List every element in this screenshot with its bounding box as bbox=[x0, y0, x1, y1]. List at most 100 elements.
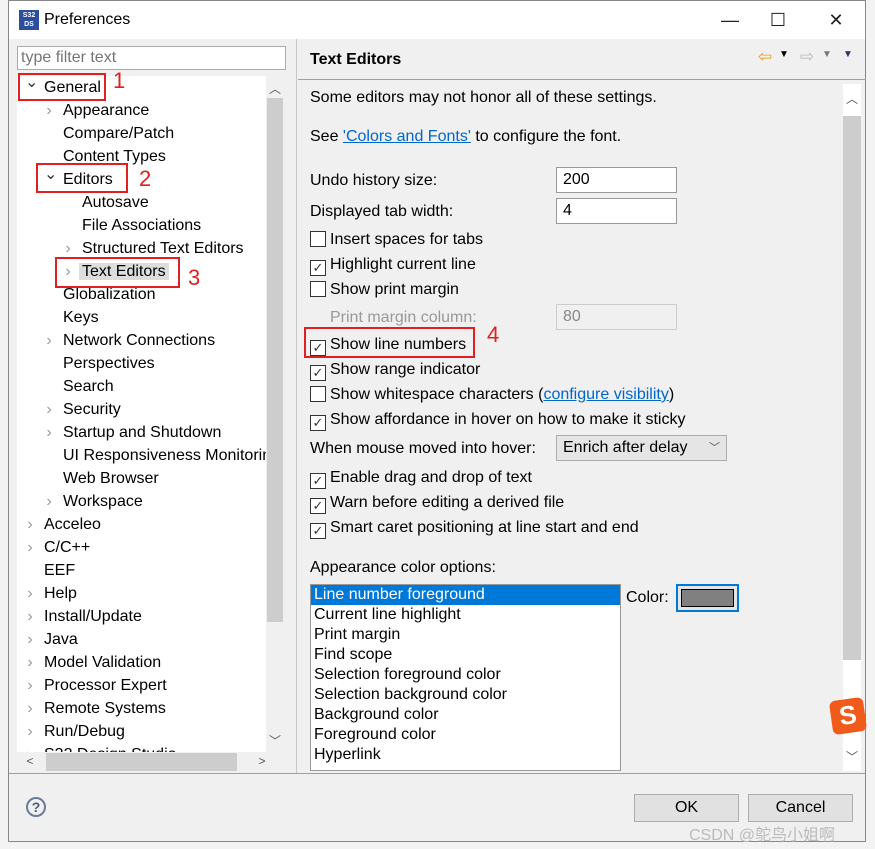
tree-item[interactable]: › Remote Systems bbox=[25, 697, 169, 720]
tree-item[interactable]: › Workspace bbox=[44, 490, 146, 513]
scroll-thumb[interactable] bbox=[843, 116, 861, 660]
tree-item[interactable]: Keys bbox=[44, 306, 102, 329]
smart-caret-checkbox[interactable]: ✓ Smart caret positioning at line start a… bbox=[310, 517, 639, 539]
tree-item[interactable]: › C/C++ bbox=[25, 536, 93, 559]
highlight-line-checkbox[interactable]: ✓ Highlight current line bbox=[310, 254, 476, 276]
tree-item[interactable]: › Java bbox=[25, 628, 81, 651]
back-dropdown-icon[interactable]: ▼ bbox=[779, 49, 789, 60]
chevron-right-icon[interactable]: › bbox=[44, 421, 54, 444]
color-option-item[interactable]: Print margin bbox=[311, 625, 620, 645]
tree-item[interactable]: Perspectives bbox=[44, 352, 158, 375]
scroll-left-icon[interactable]: < bbox=[21, 754, 39, 768]
tree-item[interactable]: › Security bbox=[44, 398, 124, 421]
scroll-thumb[interactable] bbox=[267, 98, 283, 622]
scroll-up-icon[interactable]: ︿ bbox=[843, 90, 861, 107]
print-margin-checkbox[interactable]: Show print margin bbox=[310, 279, 459, 301]
checkbox-icon[interactable] bbox=[310, 386, 326, 402]
tree-item[interactable]: UI Responsiveness Monitoring bbox=[44, 444, 283, 467]
tree-item[interactable]: › Acceleo bbox=[25, 513, 104, 536]
scroll-up-icon[interactable]: ︿ bbox=[266, 80, 284, 97]
color-option-item[interactable]: Selection background color bbox=[311, 685, 620, 705]
help-icon[interactable]: ? bbox=[26, 797, 46, 817]
color-options-list[interactable]: Line number foreground Current line highl… bbox=[310, 584, 621, 771]
checkbox-icon[interactable] bbox=[310, 281, 326, 297]
checkbox-icon[interactable]: ✓ bbox=[310, 260, 326, 276]
configure-visibility-link[interactable]: configure visibility bbox=[543, 386, 668, 403]
chevron-right-icon[interactable]: › bbox=[44, 490, 54, 513]
h-scroll-thumb[interactable] bbox=[46, 753, 237, 771]
color-option-item[interactable]: Background color bbox=[311, 705, 620, 725]
color-picker-button[interactable] bbox=[676, 584, 739, 612]
scroll-right-icon[interactable]: > bbox=[253, 754, 271, 768]
range-indicator-checkbox[interactable]: ✓ Show range indicator bbox=[310, 359, 480, 381]
tree-item[interactable]: › Install/Update bbox=[25, 605, 145, 628]
chevron-right-icon[interactable]: › bbox=[25, 513, 35, 536]
ime-icon[interactable]: S bbox=[828, 696, 868, 736]
chevron-right-icon[interactable]: › bbox=[25, 582, 35, 605]
checkbox-icon[interactable]: ✓ bbox=[310, 473, 326, 489]
drag-drop-checkbox[interactable]: ✓ Enable drag and drop of text bbox=[310, 467, 532, 489]
tree-item[interactable]: Compare/Patch bbox=[44, 122, 177, 145]
color-option-item[interactable]: Find scope bbox=[311, 645, 620, 665]
tree-vertical-scrollbar[interactable]: ︿ ﹀ bbox=[266, 76, 284, 752]
checkbox-icon[interactable]: ✓ bbox=[310, 523, 326, 539]
undo-history-input[interactable]: 200 bbox=[556, 167, 677, 193]
forward-arrow-icon[interactable]: ⇨ bbox=[800, 47, 814, 67]
filter-input[interactable] bbox=[17, 46, 286, 70]
back-arrow-icon[interactable]: ⇦ bbox=[758, 47, 772, 67]
chevron-right-icon[interactable]: › bbox=[25, 674, 35, 697]
tree-item[interactable]: EEF bbox=[25, 559, 78, 582]
view-menu-icon[interactable]: ▼ bbox=[843, 49, 853, 60]
chevron-right-icon[interactable]: › bbox=[25, 697, 35, 720]
close-button[interactable]: ✕ bbox=[821, 7, 851, 33]
tree-horizontal-scrollbar[interactable]: < > bbox=[17, 752, 284, 772]
chevron-right-icon[interactable]: › bbox=[25, 720, 35, 743]
minimize-button[interactable]: — bbox=[715, 7, 745, 33]
tree-item[interactable]: › Network Connections bbox=[44, 329, 218, 352]
tree-item[interactable]: Web Browser bbox=[44, 467, 162, 490]
sash-divider[interactable] bbox=[296, 39, 297, 773]
warn-derived-checkbox[interactable]: ✓ Warn before editing a derived file bbox=[310, 492, 564, 514]
ok-button[interactable]: OK bbox=[634, 794, 739, 822]
chevron-right-icon[interactable]: › bbox=[44, 329, 54, 352]
checkbox-icon[interactable]: ✓ bbox=[310, 365, 326, 381]
insert-spaces-checkbox[interactable]: Insert spaces for tabs bbox=[310, 229, 483, 251]
tree-item[interactable]: › Model Validation bbox=[25, 651, 164, 674]
cancel-button[interactable]: Cancel bbox=[748, 794, 853, 822]
tree-item[interactable]: › Run/Debug bbox=[25, 720, 128, 743]
tree-item[interactable]: File Associations bbox=[63, 214, 204, 237]
tree-item[interactable]: › Processor Expert bbox=[25, 674, 170, 697]
maximize-button[interactable]: ☐ bbox=[763, 7, 793, 33]
scroll-down-icon[interactable]: ﹀ bbox=[266, 732, 284, 749]
affordance-checkbox[interactable]: ✓ Show affordance in hover on how to make… bbox=[310, 409, 685, 431]
checkbox-icon[interactable]: ✓ bbox=[310, 415, 326, 431]
chevron-right-icon[interactable]: › bbox=[25, 651, 35, 674]
chevron-right-icon[interactable]: › bbox=[25, 628, 35, 651]
chevron-right-icon[interactable]: › bbox=[25, 536, 35, 559]
checkbox-icon[interactable] bbox=[310, 231, 326, 247]
forward-dropdown-icon[interactable]: ▼ bbox=[822, 49, 832, 60]
chevron-right-icon[interactable]: › bbox=[44, 99, 54, 122]
page-vertical-scrollbar[interactable]: ︿ ﹀ bbox=[843, 84, 861, 771]
whitespace-checkbox[interactable]: Show whitespace characters (configure vi… bbox=[310, 384, 674, 406]
hover-select[interactable]: Enrich after delay ﹀ bbox=[556, 435, 727, 461]
color-option-item[interactable]: Current line highlight bbox=[311, 605, 620, 625]
color-option-item[interactable]: Line number foreground bbox=[311, 585, 620, 605]
tree-item[interactable]: ›S32 Design Studio bbox=[25, 743, 180, 752]
tab-width-input[interactable]: 4 bbox=[556, 198, 677, 224]
scroll-down-icon[interactable]: ﹀ bbox=[843, 748, 861, 765]
tree-item[interactable]: › Appearance bbox=[44, 99, 152, 122]
chevron-right-icon[interactable]: › bbox=[25, 605, 35, 628]
tree-item[interactable]: › Help bbox=[25, 582, 80, 605]
colors-and-fonts-link[interactable]: 'Colors and Fonts' bbox=[343, 128, 471, 145]
tree-item[interactable]: › Startup and Shutdown bbox=[44, 421, 224, 444]
chevron-right-icon[interactable]: › bbox=[44, 398, 54, 421]
tree-item[interactable]: Autosave bbox=[63, 191, 152, 214]
checkbox-icon[interactable]: ✓ bbox=[310, 498, 326, 514]
color-option-item[interactable]: Foreground color bbox=[311, 725, 620, 745]
color-option-item[interactable]: Hyperlink bbox=[311, 745, 620, 765]
chevron-right-icon[interactable]: › bbox=[25, 743, 35, 752]
tree-item[interactable]: Search bbox=[44, 375, 117, 398]
color-option-item[interactable]: Selection foreground color bbox=[311, 665, 620, 685]
color-swatch bbox=[681, 589, 734, 607]
